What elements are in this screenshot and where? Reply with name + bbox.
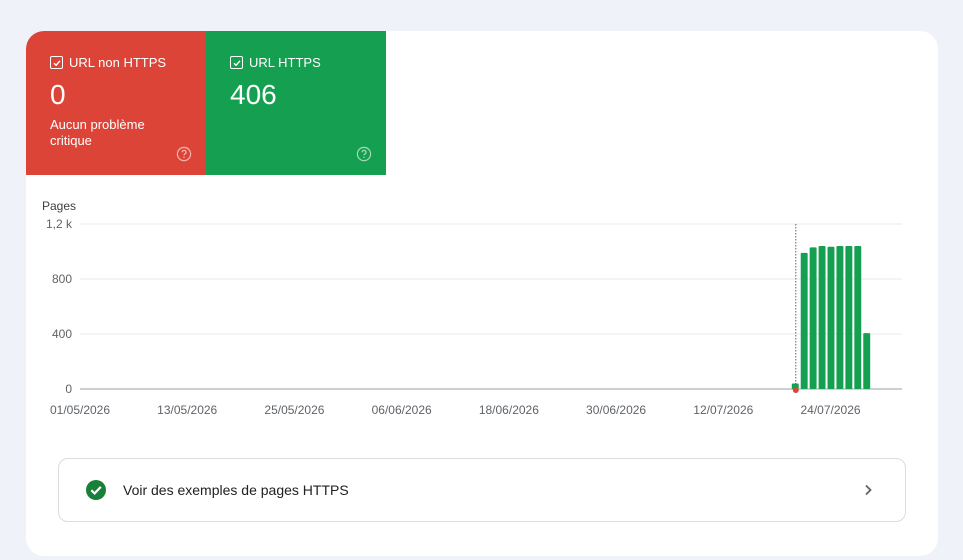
- bar: [836, 246, 844, 389]
- bar: [863, 333, 871, 389]
- x-tick-label: 01/05/2026: [50, 403, 110, 417]
- x-tick-label: 12/07/2026: [693, 403, 753, 417]
- y-tick-label: 400: [52, 327, 72, 341]
- x-tick-label: 13/05/2026: [157, 403, 217, 417]
- bar: [845, 246, 853, 389]
- bar: [827, 246, 835, 389]
- https-report-card: URL non HTTPS 0 Aucun problème critique …: [26, 31, 938, 556]
- check-circle-icon: [86, 480, 106, 500]
- chevron-right-icon[interactable]: [861, 483, 875, 497]
- x-tick-label: 06/06/2026: [372, 403, 432, 417]
- x-tick-label: 25/05/2026: [264, 403, 324, 417]
- bar: [854, 246, 862, 389]
- x-tick-label: 30/06/2026: [586, 403, 646, 417]
- pages-chart: Pages 0 400 800 1,2 k 01/05/2026 13/05/2026 25/…: [42, 199, 902, 417]
- bar: [818, 246, 826, 389]
- event-marker-dot: [792, 387, 799, 393]
- x-tick-label: 24/07/2026: [800, 403, 860, 417]
- y-axis-label: Pages: [42, 199, 76, 213]
- y-tick-label: 1,2 k: [46, 217, 73, 231]
- bar: [809, 247, 817, 389]
- y-tick-label: 800: [52, 272, 72, 286]
- view-https-examples-label: Voir des exemples de pages HTTPS: [123, 482, 349, 498]
- y-tick-label: 0: [65, 382, 72, 396]
- bar: [800, 252, 808, 389]
- view-https-examples-link[interactable]: Voir des exemples de pages HTTPS: [58, 458, 906, 522]
- x-tick-label: 18/06/2026: [479, 403, 539, 417]
